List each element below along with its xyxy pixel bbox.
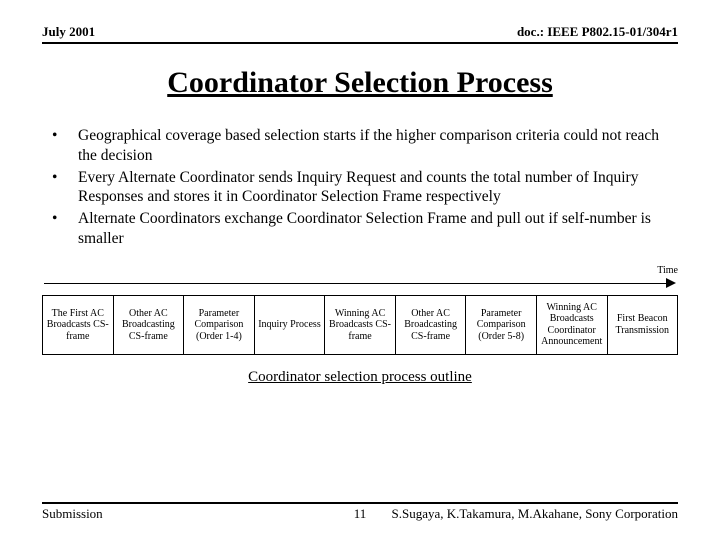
bullet-mark: • [50,168,78,208]
timeline-boxes: The First AC Broadcasts CS-frame Other A… [42,295,678,355]
timeline-box: The First AC Broadcasts CS-frame [42,295,114,355]
time-label: Time [657,265,678,276]
page-title: Coordinator Selection Process [42,66,678,100]
list-item: • Geographical coverage based selection … [50,126,670,166]
time-arrow: Time [44,277,676,291]
list-item: • Every Alternate Coordinator sends Inqu… [50,168,670,208]
timeline-box: Parameter Comparison (Order 5-8) [465,295,537,355]
bullet-list: • Geographical coverage based selection … [42,126,678,249]
bullet-text: Alternate Coordinators exchange Coordina… [78,209,670,249]
timeline-box: Other AC Broadcasting CS-frame [113,295,185,355]
timeline-caption: Coordinator selection process outline [42,369,678,386]
timeline-box: Parameter Comparison (Order 1-4) [183,295,255,355]
header-doc-id: doc.: IEEE P802.15-01/304r1 [517,24,678,40]
header-bar: July 2001 doc.: IEEE P802.15-01/304r1 [42,24,678,44]
timeline-box: Inquiry Process [254,295,326,355]
bullet-text: Geographical coverage based selection st… [78,126,670,166]
footer-page-number: 11 [42,506,678,522]
timeline-box: Winning AC Broadcasts CS-frame [324,295,396,355]
bullet-mark: • [50,126,78,166]
header-date: July 2001 [42,24,95,40]
bullet-mark: • [50,209,78,249]
timeline: Time The First AC Broadcasts CS-frame Ot… [42,277,678,386]
list-item: • Alternate Coordinators exchange Coordi… [50,209,670,249]
bullet-text: Every Alternate Coordinator sends Inquir… [78,168,670,208]
footer: Submission 11 S.Sugaya, K.Takamura, M.Ak… [42,502,678,522]
timeline-box: Winning AC Broadcasts Coordinator Announ… [536,295,608,355]
timeline-box: Other AC Broadcasting CS-frame [395,295,467,355]
timeline-box: First Beacon Transmission [607,295,679,355]
